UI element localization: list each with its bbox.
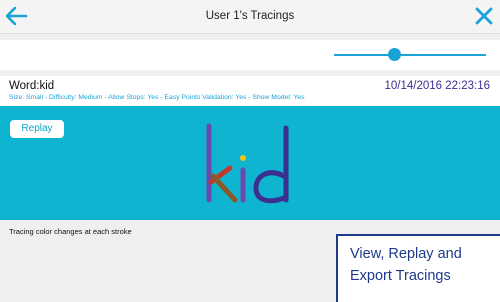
tracing-settings-details: Size: Small - Difficulty: Medium - Allow… — [9, 94, 305, 101]
stroke-d-bowl — [253, 170, 287, 204]
tracing-color-note: Tracing color changes at each stroke — [9, 227, 132, 236]
promo-line-2: Export Tracings — [350, 268, 451, 284]
promo-line-1: View, Replay and — [350, 246, 462, 262]
tracing-canvas: Replay — [0, 106, 500, 220]
tracing-slider-row — [0, 40, 500, 70]
close-button[interactable] — [471, 3, 497, 29]
word-label: Word:kid — [9, 80, 55, 92]
traced-word-kid — [206, 123, 289, 204]
stroke-i-dot — [240, 155, 246, 161]
top-bar: User 1's Tracings — [0, 0, 500, 34]
stroke-k-leg — [210, 173, 238, 203]
close-icon — [475, 7, 493, 25]
slider-thumb[interactable] — [388, 48, 402, 61]
tracing-timestamp: 10/14/2016 22:23:16 — [384, 80, 490, 92]
slider-track[interactable] — [334, 54, 486, 56]
page-title: User 1's Tracings — [205, 10, 295, 22]
tracing-info-panel: Word:kid 10/14/2016 22:23:16 Size: Small… — [0, 76, 500, 106]
promo-caption: View, Replay and Export Tracings — [336, 234, 500, 302]
